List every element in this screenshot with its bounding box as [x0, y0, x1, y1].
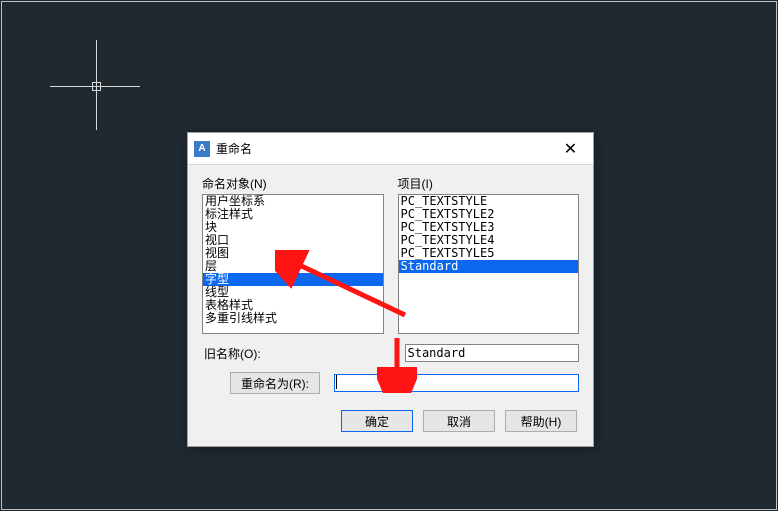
- named-objects-label: 命名对象(N): [202, 175, 384, 192]
- list-item[interactable]: 视口: [203, 234, 383, 247]
- titlebar: A 重命名 ✕: [188, 133, 593, 165]
- old-name-label: 旧名称(O):: [202, 345, 391, 362]
- named-objects-listbox[interactable]: 用户坐标系标注样式块视口视图层字型线型表格样式多重引线样式: [202, 194, 384, 334]
- list-item[interactable]: 字型: [203, 273, 383, 286]
- old-name-input[interactable]: [405, 344, 580, 362]
- rename-dialog: A 重命名 ✕ 命名对象(N) 用户坐标系标注样式块视口视图层字型线型表格样式多…: [187, 132, 594, 447]
- rename-to-button[interactable]: 重命名为(R):: [230, 372, 320, 394]
- list-item[interactable]: 标注样式: [203, 208, 383, 221]
- rename-to-input[interactable]: [334, 374, 579, 392]
- text-caret: [336, 375, 337, 389]
- list-item[interactable]: 视图: [203, 247, 383, 260]
- cancel-button[interactable]: 取消: [423, 410, 495, 432]
- dialog-title: 重命名: [216, 140, 548, 157]
- app-icon: A: [194, 141, 210, 157]
- list-item[interactable]: 块: [203, 221, 383, 234]
- list-item[interactable]: 多重引线样式: [203, 312, 383, 325]
- list-item[interactable]: 层: [203, 260, 383, 273]
- items-listbox[interactable]: PC_TEXTSTYLEPC_TEXTSTYLE2PC_TEXTSTYLE3PC…: [398, 194, 580, 334]
- ok-button[interactable]: 确定: [341, 410, 413, 432]
- help-button[interactable]: 帮助(H): [505, 410, 577, 432]
- items-label: 项目(I): [398, 175, 580, 192]
- close-icon[interactable]: ✕: [548, 134, 593, 164]
- list-item[interactable]: Standard: [399, 260, 579, 273]
